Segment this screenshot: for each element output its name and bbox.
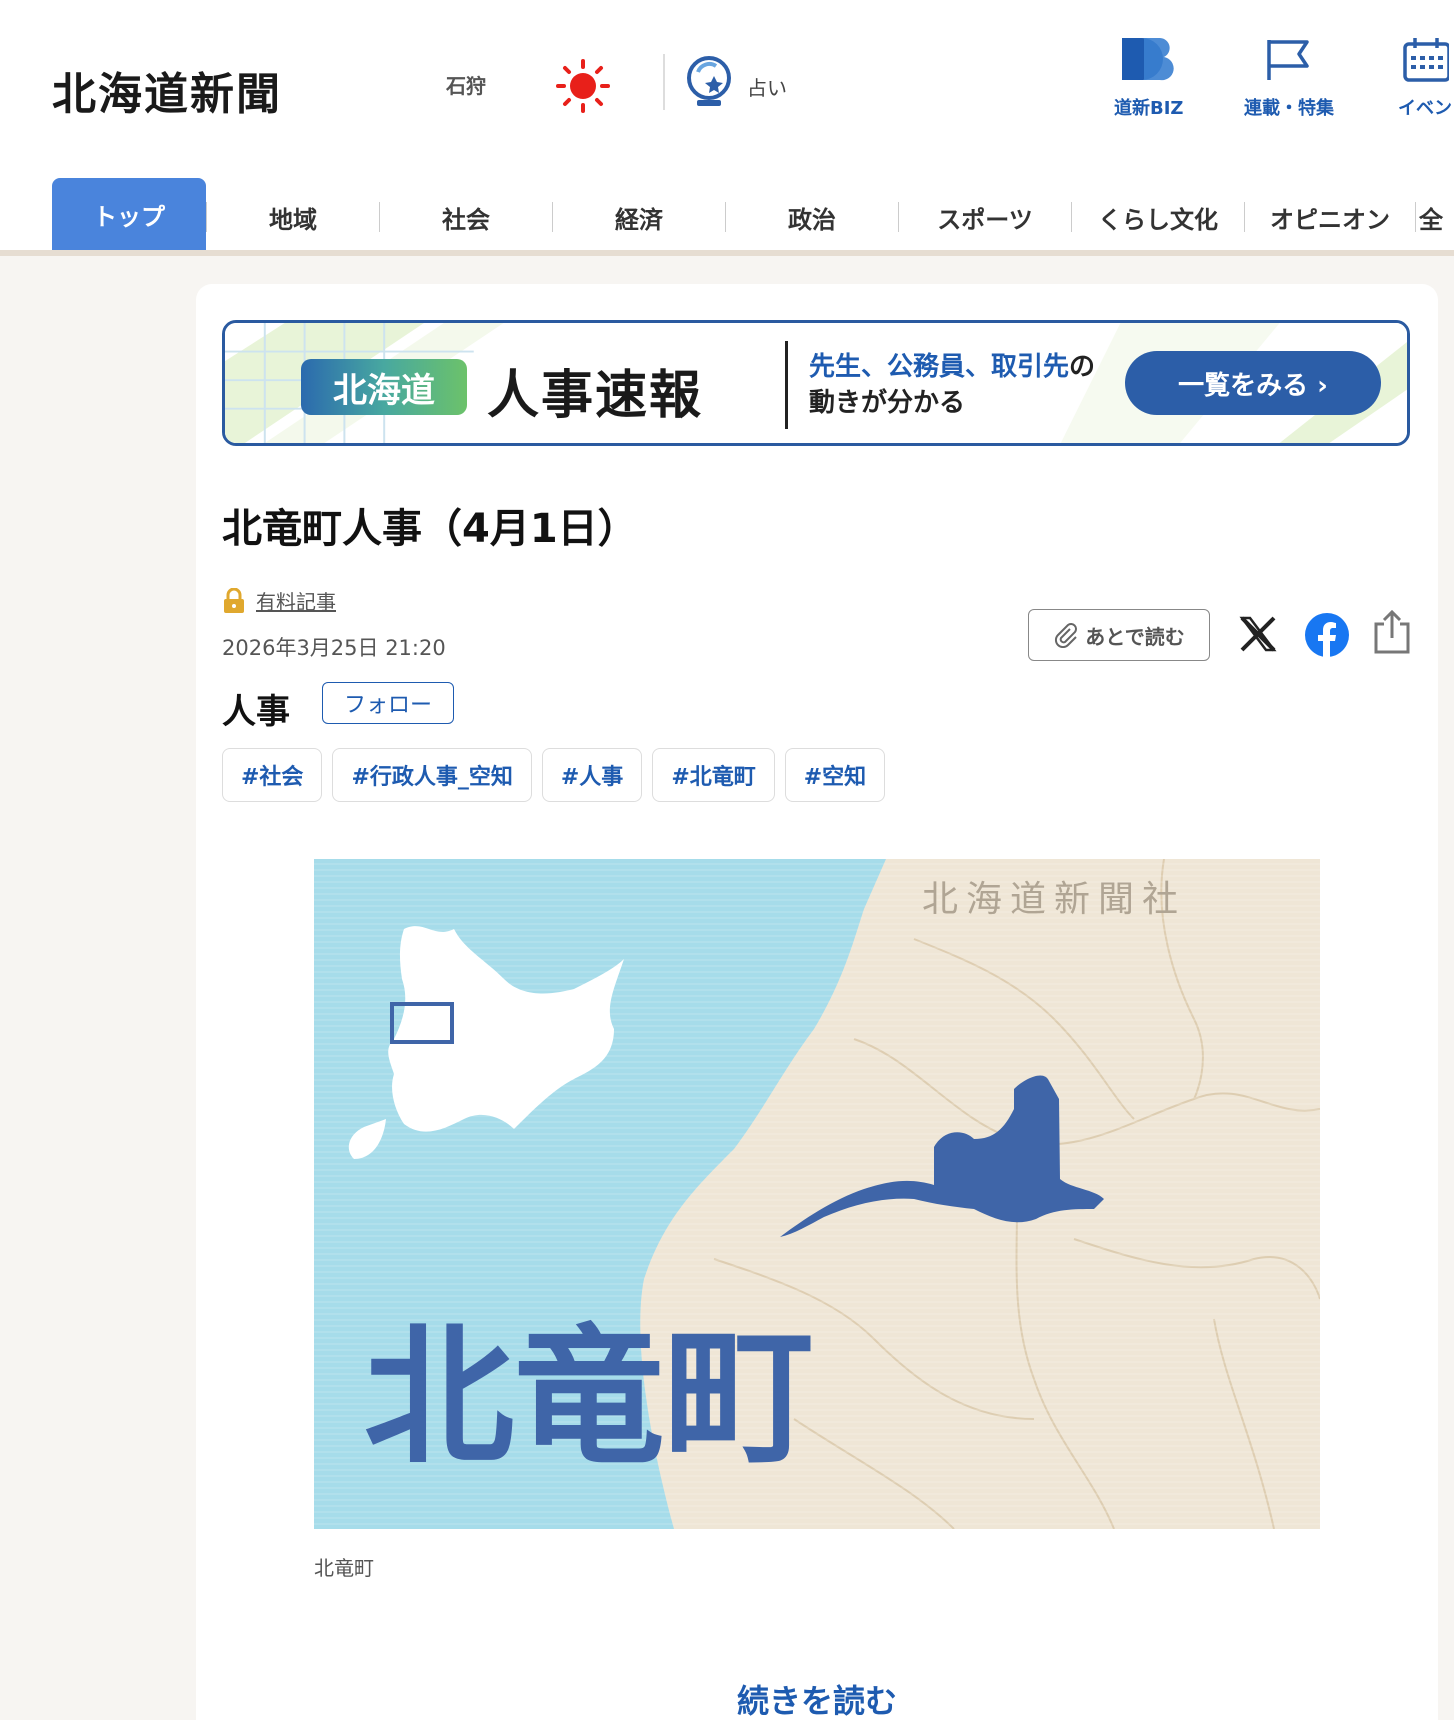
tab-opinion[interactable]: オピニオン bbox=[1245, 178, 1415, 256]
biz-logo-icon bbox=[1121, 38, 1174, 81]
nav-label: 連載・特集 bbox=[1244, 98, 1334, 119]
x-share-icon[interactable] bbox=[1236, 612, 1280, 656]
tab-sports[interactable]: スポーツ bbox=[899, 178, 1071, 256]
map-town-label: 北竜町 bbox=[364, 1313, 814, 1481]
tag-sorachi[interactable]: #空知 bbox=[784, 748, 886, 802]
banner-title: 人事速報 bbox=[487, 366, 704, 426]
flag-icon bbox=[1267, 40, 1309, 80]
image-caption: 北竜町 bbox=[314, 1556, 374, 1580]
facebook-share-icon[interactable] bbox=[1304, 612, 1350, 658]
tab-politics[interactable]: 政治 bbox=[726, 178, 898, 256]
category-tabs: トップ 地域 社会 経済 政治 スポーツ くらし文化 オピニオン 全 bbox=[52, 178, 1446, 256]
map-watermark: 北海道新聞社 bbox=[922, 879, 1186, 920]
article-map-image[interactable]: 北竜町 北海道新聞社 bbox=[314, 859, 1320, 1529]
tab-underline bbox=[0, 250, 1454, 256]
paperclip-icon bbox=[1055, 623, 1078, 648]
continue-reading-link[interactable]: 続きを読む bbox=[196, 1676, 1438, 1720]
region-selector[interactable]: 石狩 bbox=[446, 70, 486, 99]
tag-admin-personnel-sorachi[interactable]: #行政人事_空知 bbox=[332, 748, 532, 802]
tag-hokuryu[interactable]: #北竜町 bbox=[652, 748, 775, 802]
personnel-banner[interactable]: 北海道 人事速報 先生、公務員、取引先の 動きが分かる 一覧をみる › bbox=[222, 320, 1410, 446]
banner-sub-line2: 動きが分かる bbox=[809, 388, 966, 418]
category-label: 人事 bbox=[222, 692, 290, 732]
banner-sub-particle: の bbox=[1069, 352, 1096, 382]
banner-pill: 北海道 bbox=[301, 359, 467, 415]
banner-view-list-button[interactable]: 一覧をみる › bbox=[1125, 351, 1381, 415]
tab-top[interactable]: トップ bbox=[52, 178, 206, 256]
lock-icon bbox=[224, 587, 244, 613]
nav-events[interactable]: イベン bbox=[1398, 36, 1452, 120]
publish-date: 2026年3月25日 21:20 bbox=[222, 636, 446, 660]
article-title: 北竜町人事（4月1日） bbox=[222, 506, 638, 552]
tag-personnel[interactable]: #人事 bbox=[541, 748, 643, 802]
site-logo[interactable]: 北海道新聞 bbox=[52, 58, 282, 122]
nav-dousin-biz[interactable]: 道新BIZ bbox=[1114, 36, 1183, 120]
follow-button[interactable]: フォロー bbox=[322, 682, 454, 724]
nav-label: 道新BIZ bbox=[1114, 98, 1184, 119]
tab-lifestyle[interactable]: くらし文化 bbox=[1072, 178, 1244, 256]
read-later-label: あとで読む bbox=[1085, 624, 1185, 649]
banner-divider bbox=[785, 341, 788, 429]
tag-list: #社会 #行政人事_空知 #人事 #北竜町 #空知 bbox=[222, 748, 886, 802]
header-divider bbox=[663, 54, 665, 110]
tag-society[interactable]: #社会 bbox=[222, 748, 323, 802]
tab-region[interactable]: 地域 bbox=[207, 178, 379, 256]
nav-series[interactable]: 連載・特集 bbox=[1244, 36, 1334, 120]
calendar-icon bbox=[1403, 38, 1449, 82]
tab-all[interactable]: 全 bbox=[1416, 178, 1446, 256]
article-card: 北海道 人事速報 先生、公務員、取引先の 動きが分かる 一覧をみる › 北竜町人… bbox=[196, 284, 1438, 1720]
share-icon[interactable] bbox=[1372, 608, 1412, 656]
sunny-icon[interactable] bbox=[555, 58, 611, 114]
banner-sub-highlight: 先生、公務員、取引先 bbox=[809, 352, 1070, 382]
fortune-link[interactable]: 占い bbox=[747, 72, 787, 101]
nav-label: イベン bbox=[1398, 98, 1452, 119]
banner-subtitle: 先生、公務員、取引先の 動きが分かる bbox=[809, 349, 1095, 421]
tab-economy[interactable]: 経済 bbox=[553, 178, 725, 256]
fortune-icon[interactable] bbox=[684, 54, 734, 110]
paid-article-badge[interactable]: 有料記事 bbox=[222, 586, 336, 615]
site-header: 北海道新聞 石狩 占い 道新BIZ 連載・特集 イベン トップ 地域 社会 経済… bbox=[0, 0, 1454, 256]
read-later-button[interactable]: あとで読む bbox=[1028, 609, 1210, 661]
tab-society[interactable]: 社会 bbox=[380, 178, 552, 256]
paid-article-label: 有料記事 bbox=[256, 590, 336, 614]
